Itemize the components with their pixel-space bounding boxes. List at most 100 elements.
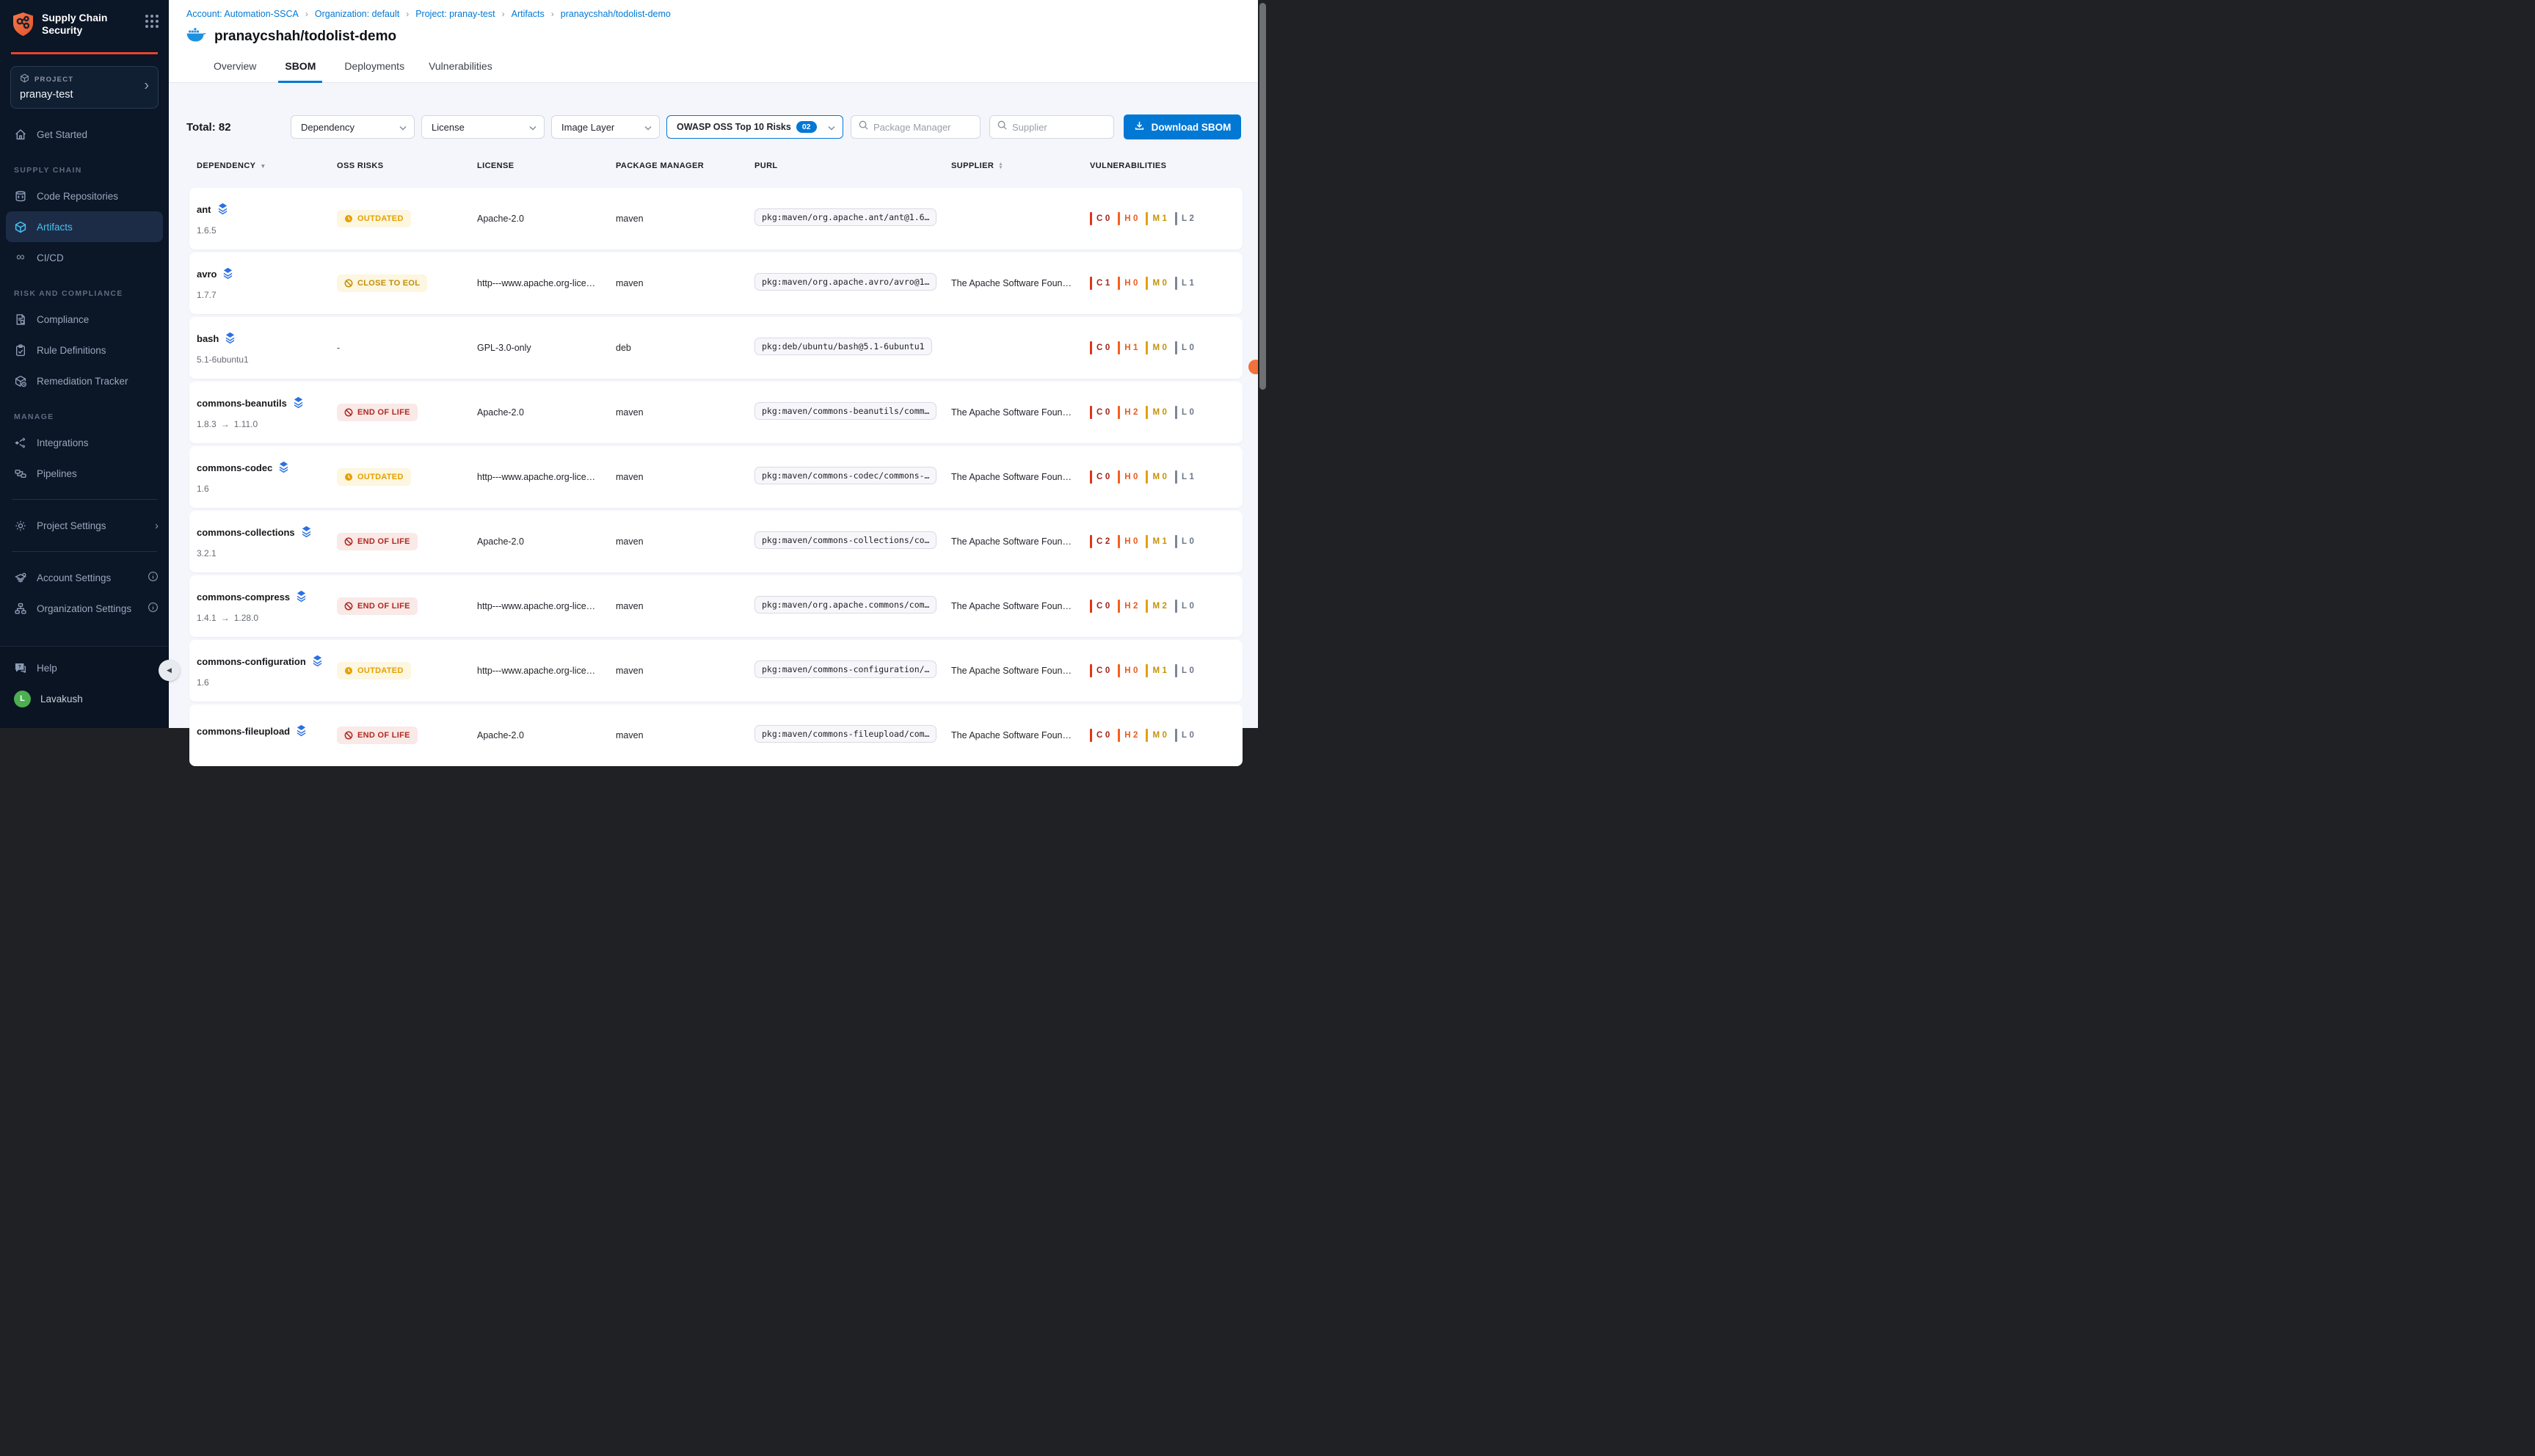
license: GPL-3.0-only bbox=[477, 343, 616, 353]
license: http---www.apache.org-lice… bbox=[477, 666, 616, 676]
scrollbar-track[interactable] bbox=[1258, 0, 1268, 728]
purl-chip[interactable]: pkg:maven/commons-beanutils/comm… bbox=[754, 402, 936, 420]
clock-icon bbox=[344, 666, 353, 675]
severity-h-count: H1 bbox=[1118, 341, 1138, 354]
download-sbom-button[interactable]: Download SBOM bbox=[1124, 114, 1241, 139]
table-row[interactable]: commons-fileupload → END OF LIFE Apache-… bbox=[189, 705, 1243, 766]
breadcrumb-separator-icon: › bbox=[551, 9, 554, 19]
table-row[interactable]: avro 1.7.7→ CLOSE TO EOL http---www.apac… bbox=[189, 252, 1243, 314]
sidebar-item-cicd[interactable]: ∞ CI/CD bbox=[0, 242, 169, 273]
sidebar-collapse-handle[interactable]: ◀ bbox=[159, 660, 180, 681]
column-header-dependency[interactable]: DEPENDENCY▼ bbox=[197, 161, 337, 170]
tab-deployments[interactable]: Deployments bbox=[342, 60, 407, 83]
sidebar-item-project-settings[interactable]: Project Settings › bbox=[0, 510, 169, 541]
dependency-version: 1.7.7→ bbox=[197, 290, 337, 300]
vulnerability-counts: C0H1M0L0 bbox=[1090, 341, 1243, 354]
infinity-icon: ∞ bbox=[14, 252, 27, 263]
ban-icon bbox=[344, 602, 353, 611]
purl-chip[interactable]: pkg:maven/commons-collections/co… bbox=[754, 531, 936, 549]
search-icon bbox=[997, 120, 1007, 134]
clock-icon bbox=[344, 473, 353, 481]
sidebar-item-account-settings[interactable]: Account Settings bbox=[0, 562, 169, 593]
project-name: pranay-test bbox=[20, 89, 149, 101]
oss-risk-cell: CLOSE TO EOL bbox=[337, 274, 477, 292]
vulnerability-counts: C0H2M0L0 bbox=[1090, 406, 1243, 419]
table-row[interactable]: commons-beanutils 1.8.3→1.11.0 END OF LI… bbox=[189, 382, 1243, 443]
sidebar-item-artifacts[interactable]: Artifacts bbox=[6, 211, 163, 242]
image-layer-dropdown[interactable]: Image Layer bbox=[551, 115, 660, 139]
chevron-right-icon: › bbox=[144, 78, 149, 95]
supplier-search[interactable] bbox=[989, 115, 1114, 139]
info-icon[interactable] bbox=[148, 602, 159, 616]
sort-icon[interactable]: ▲▼ bbox=[998, 162, 1003, 170]
package-manager-input[interactable] bbox=[873, 122, 972, 133]
breadcrumb-link[interactable]: pranaycshah/todolist-demo bbox=[561, 9, 671, 19]
arrow-right-icon: → bbox=[221, 419, 230, 429]
user-menu[interactable]: L Lavakush bbox=[0, 683, 169, 714]
layers-icon bbox=[225, 332, 236, 346]
purl-chip[interactable]: pkg:maven/org.apache.avro/avro@1… bbox=[754, 273, 936, 291]
package-manager: maven bbox=[616, 666, 754, 676]
owasp-risks-dropdown[interactable]: OWASP OSS Top 10 Risks 02 bbox=[666, 115, 843, 139]
purl-chip[interactable]: pkg:maven/commons-configuration/… bbox=[754, 660, 936, 678]
purl-chip[interactable]: pkg:maven/commons-fileupload/com… bbox=[754, 725, 936, 743]
table-row[interactable]: ant 1.6.5→ OUTDATED Apache-2.0 maven pkg… bbox=[189, 188, 1243, 250]
severity-h-count: H0 bbox=[1118, 212, 1138, 225]
oss-risk-badge: OUTDATED bbox=[337, 210, 411, 228]
help-chat-icon: ? bbox=[14, 662, 27, 674]
severity-m-count: M0 bbox=[1146, 341, 1167, 354]
breadcrumb-link[interactable]: Artifacts bbox=[512, 9, 545, 19]
sidebar-item-help[interactable]: ? Help bbox=[0, 652, 169, 683]
dependency-name: commons-beanutils bbox=[197, 398, 287, 409]
purl-chip[interactable]: pkg:maven/commons-codec/commons-… bbox=[754, 467, 936, 484]
sidebar-item-rule-definitions[interactable]: Rule Definitions bbox=[0, 335, 169, 365]
project-selector[interactable]: PROJECT pranay-test › bbox=[10, 66, 159, 109]
oss-risk-cell: OUTDATED bbox=[337, 210, 477, 228]
tab-sbom[interactable]: SBOM bbox=[278, 60, 322, 83]
column-header-supplier[interactable]: SUPPLIER▲▼ bbox=[951, 161, 1090, 170]
app-logo-shield-icon bbox=[12, 12, 34, 40]
sidebar-item-pipelines[interactable]: Pipelines bbox=[0, 458, 169, 489]
tab-vulnerabilities[interactable]: Vulnerabilities bbox=[426, 60, 495, 83]
table-row[interactable]: commons-collections 3.2.1→ END OF LIFE A… bbox=[189, 511, 1243, 572]
dependency-dropdown[interactable]: Dependency bbox=[291, 115, 415, 139]
severity-c-count: C0 bbox=[1090, 212, 1110, 225]
purl-chip[interactable]: pkg:maven/org.apache.commons/com… bbox=[754, 596, 936, 614]
tab-bar: Overview SBOM Deployments Vulnerabilities bbox=[211, 60, 495, 83]
license-dropdown[interactable]: License bbox=[421, 115, 545, 139]
tab-overview[interactable]: Overview bbox=[211, 60, 258, 83]
severity-m-count: M0 bbox=[1146, 277, 1167, 290]
table-row[interactable]: commons-compress 1.4.1→1.28.0 END OF LIF… bbox=[189, 575, 1243, 637]
table-row[interactable]: commons-codec 1.6→ OUTDATED http---www.a… bbox=[189, 446, 1243, 508]
sidebar: Supply Chain Security PROJECT pranay-tes… bbox=[0, 0, 169, 728]
breadcrumb-link[interactable]: Account: Automation-SSCA bbox=[186, 9, 299, 19]
oss-risk-badge: END OF LIFE bbox=[337, 727, 418, 744]
package-manager-search[interactable] bbox=[851, 115, 981, 139]
sidebar-item-code-repositories[interactable]: Code Repositories bbox=[0, 181, 169, 211]
purl-chip[interactable]: pkg:deb/ubuntu/bash@5.1-6ubuntu1 bbox=[754, 338, 932, 355]
nav-heading-manage: MANAGE bbox=[0, 396, 169, 427]
severity-m-count: M2 bbox=[1146, 600, 1167, 613]
vulnerability-counts: C2H0M1L0 bbox=[1090, 535, 1243, 548]
sort-desc-icon[interactable]: ▼ bbox=[260, 163, 266, 170]
brand-accent-divider bbox=[11, 52, 158, 54]
sidebar-item-integrations[interactable]: Integrations bbox=[0, 427, 169, 458]
severity-l-count: L0 bbox=[1175, 664, 1194, 677]
scrollbar-thumb[interactable] bbox=[1259, 3, 1266, 390]
sidebar-item-get-started[interactable]: Get Started bbox=[0, 119, 169, 150]
app-switcher-grid-icon[interactable] bbox=[145, 15, 159, 28]
severity-m-count: M1 bbox=[1146, 212, 1167, 225]
breadcrumb-link[interactable]: Organization: default bbox=[315, 9, 399, 19]
table-row[interactable]: bash 5.1-6ubuntu1→ - GPL-3.0-only deb pk… bbox=[189, 317, 1243, 379]
breadcrumb-link[interactable]: Project: pranay-test bbox=[415, 9, 495, 19]
sidebar-item-remediation-tracker[interactable]: Remediation Tracker bbox=[0, 365, 169, 396]
purl-chip[interactable]: pkg:maven/org.apache.ant/ant@1.6… bbox=[754, 208, 936, 226]
info-icon[interactable] bbox=[148, 571, 159, 585]
supplier-input[interactable] bbox=[1012, 122, 1106, 133]
severity-c-count: C0 bbox=[1090, 341, 1110, 354]
severity-h-count: H0 bbox=[1118, 277, 1138, 290]
dependency-version: 1.8.3→1.11.0 bbox=[197, 419, 337, 429]
sidebar-item-organization-settings[interactable]: Organization Settings bbox=[0, 593, 169, 624]
sidebar-item-compliance[interactable]: Compliance bbox=[0, 304, 169, 335]
table-row[interactable]: commons-configuration 1.6→ OUTDATED http… bbox=[189, 640, 1243, 702]
